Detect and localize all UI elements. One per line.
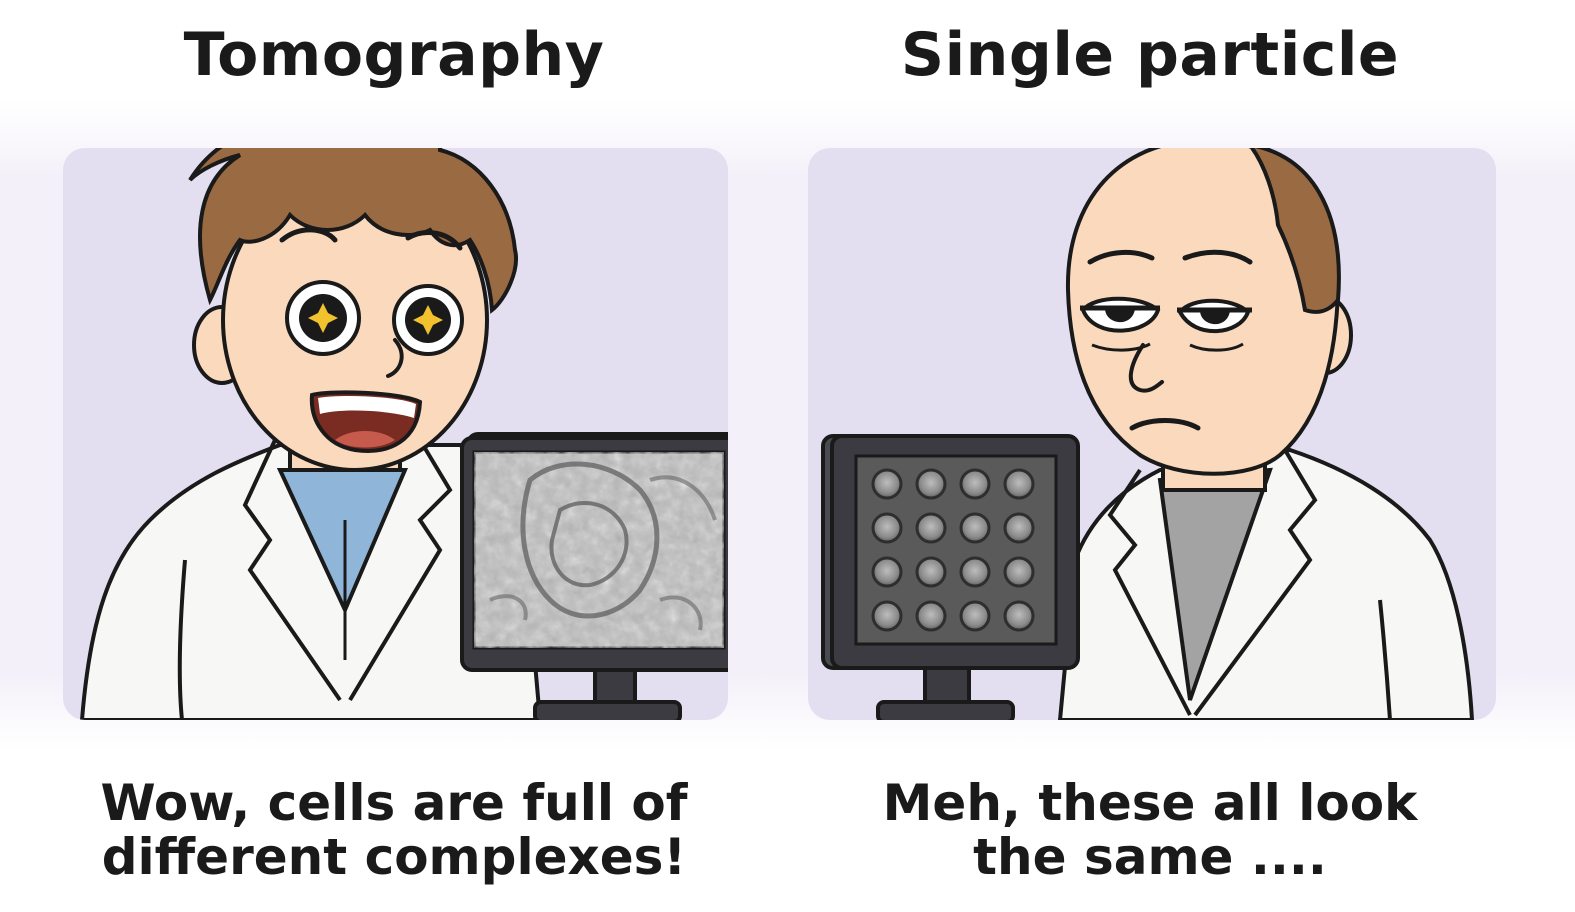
particle [915,468,947,500]
caption-tomography: Wow, cells are full of different complex… [44,776,744,884]
particle [871,600,903,632]
particle [959,512,991,544]
panel-single-particle [808,148,1496,720]
particle [915,512,947,544]
caption-single-particle-line2: the same .... [973,828,1327,886]
particle [959,468,991,500]
tomography-scene [79,148,728,720]
particle [871,468,903,500]
particle [1003,600,1035,632]
particle [959,556,991,588]
caption-single-particle: Meh, these all look the same .... [800,776,1500,884]
monitor-single-particle [821,434,1080,720]
particle [871,556,903,588]
panel-tomography [63,148,728,720]
particle [915,556,947,588]
title-single-particle: Single particle [900,20,1400,90]
particle [1003,468,1035,500]
particle [959,600,991,632]
particle [915,600,947,632]
bored-scientist [1057,148,1475,720]
particle [871,512,903,544]
caption-tomography-line1: Wow, cells are full of [100,774,688,832]
single-particle-scene [821,148,1475,720]
sparkle-eye-left [285,280,361,356]
title-tomography: Tomography [183,20,605,90]
caption-tomography-line2: different complexes! [101,828,687,886]
particle [1003,556,1035,588]
sparkle-eye-right [392,284,464,356]
particle [1003,512,1035,544]
caption-single-particle-line1: Meh, these all look [882,774,1418,832]
